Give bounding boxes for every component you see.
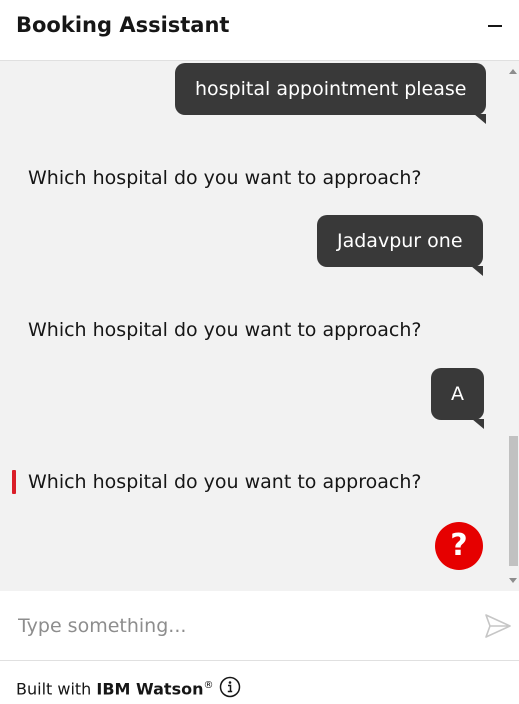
- user-message: A: [431, 368, 484, 429]
- message-list[interactable]: hospital appointment please Which hospit…: [0, 61, 519, 591]
- built-with-label: Built with: [16, 679, 92, 699]
- user-message: hospital appointment please: [175, 63, 487, 124]
- user-message-text: hospital appointment please: [195, 78, 467, 100]
- message-focus-indicator: [12, 470, 16, 494]
- message-input-area: [0, 591, 519, 661]
- built-with-text: Built with IBM Watson®: [16, 675, 213, 700]
- user-message-text: Jadavpur one: [337, 230, 463, 252]
- scrollbar[interactable]: [507, 61, 519, 591]
- bot-message: Which hospital do you want to approach?: [28, 471, 422, 493]
- scroll-up-arrow-icon[interactable]: [509, 69, 517, 74]
- info-icon[interactable]: [219, 676, 241, 698]
- message-input[interactable]: [18, 611, 458, 641]
- chat-title: Booking Assistant: [16, 13, 230, 37]
- send-icon[interactable]: [484, 613, 512, 639]
- minimize-icon[interactable]: [485, 16, 505, 36]
- brand-name: IBM Watson: [96, 679, 204, 699]
- footer: Built with IBM Watson®: [0, 661, 519, 704]
- bot-message: Which hospital do you want to approach?: [28, 167, 422, 189]
- user-message: Jadavpur one: [317, 215, 483, 276]
- user-message-text: A: [451, 383, 464, 405]
- chat-header: Booking Assistant: [0, 0, 519, 61]
- bot-message: Which hospital do you want to approach?: [28, 319, 422, 341]
- scrollbar-thumb[interactable]: [509, 436, 518, 566]
- registered-mark: ®: [203, 680, 214, 691]
- help-button[interactable]: ?: [435, 522, 483, 570]
- scroll-down-arrow-icon[interactable]: [509, 578, 517, 583]
